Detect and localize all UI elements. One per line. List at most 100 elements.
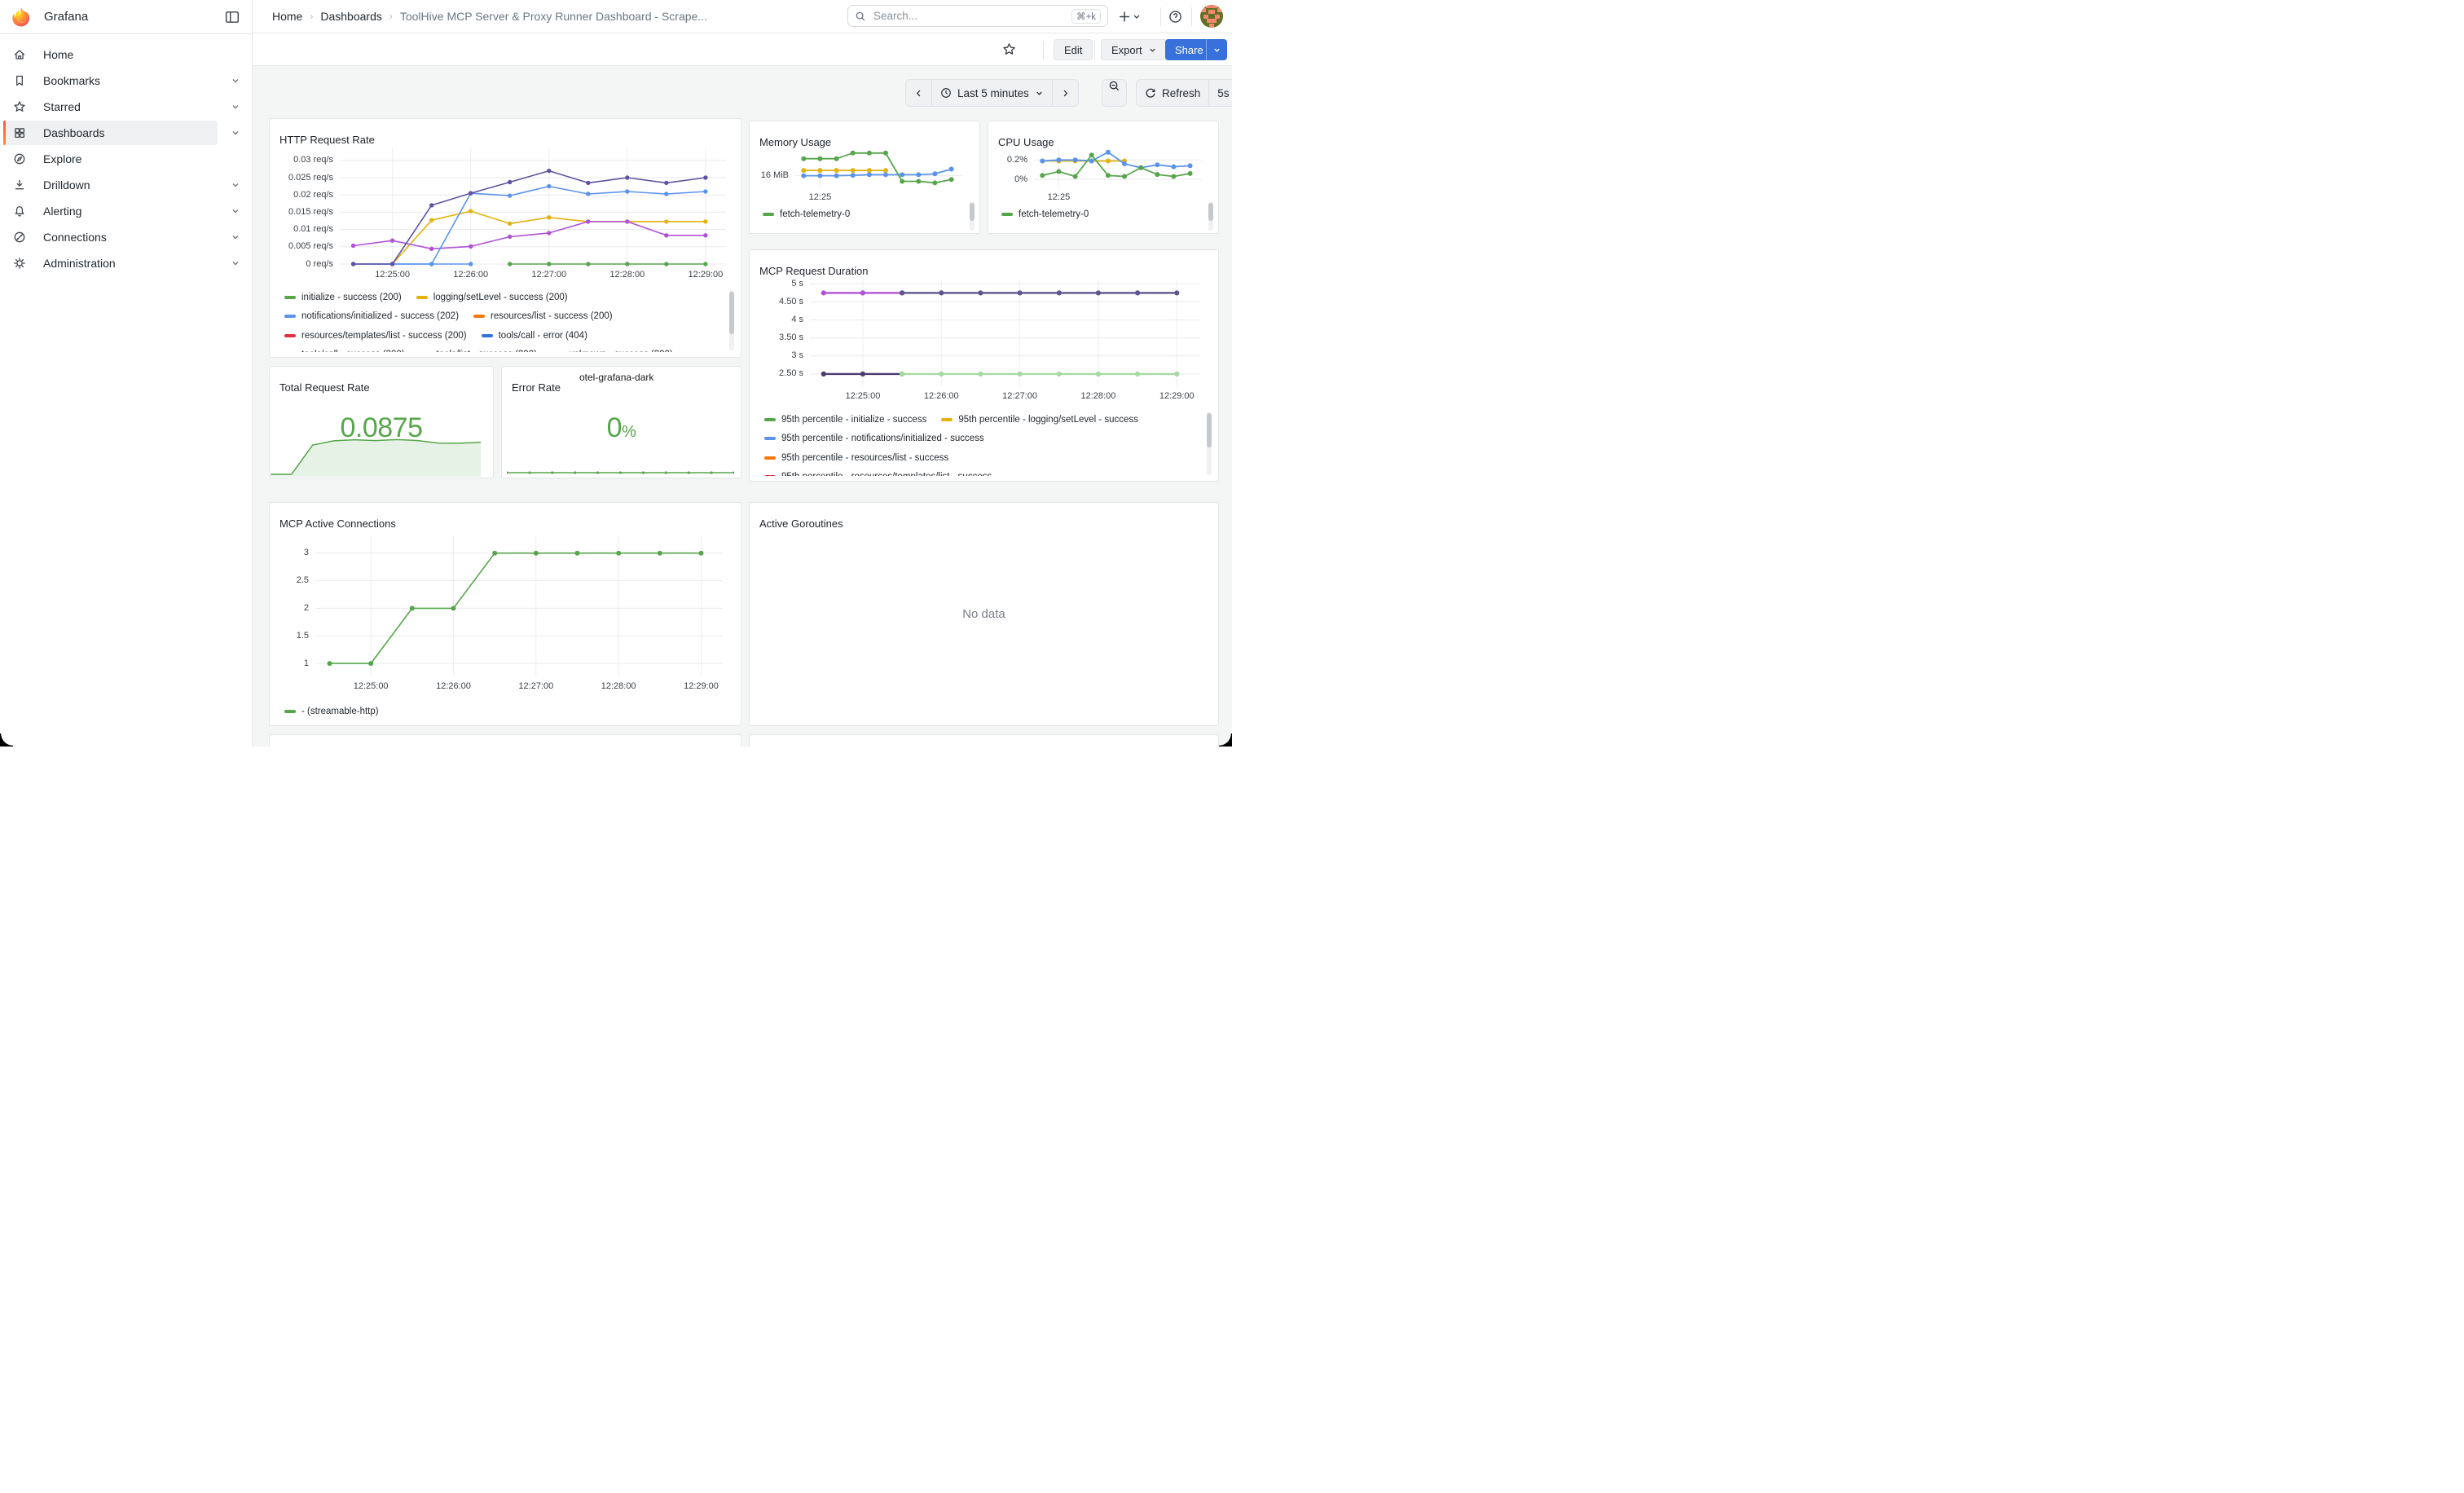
x-axis-tick: 12:29:00 bbox=[665, 681, 738, 691]
legend-item[interactable]: unknown - success (200) bbox=[552, 350, 673, 352]
x-axis-tick: 12:26:00 bbox=[904, 391, 978, 401]
x-axis-tick: 12:25 bbox=[783, 192, 856, 202]
favorite-star-icon[interactable] bbox=[1002, 42, 1016, 56]
legend-item[interactable]: logging/setLevel - success (200) bbox=[416, 293, 568, 302]
chevron-down-icon[interactable] bbox=[231, 258, 240, 268]
legend-item[interactable]: resources/list - success (200) bbox=[473, 311, 613, 321]
data-point bbox=[625, 262, 629, 266]
data-point bbox=[851, 151, 856, 156]
legend-swatch bbox=[763, 213, 774, 216]
legend-item[interactable]: resources/templates/list - success (200) bbox=[284, 331, 467, 341]
legend-item[interactable]: tools/call - success (200) bbox=[284, 350, 405, 352]
data-point bbox=[916, 172, 921, 177]
data-point bbox=[883, 168, 888, 173]
data-point bbox=[1171, 165, 1176, 170]
sidebar-item-starred[interactable]: Starred bbox=[0, 94, 252, 120]
sidebar-item-drilldown[interactable]: Drilldown bbox=[0, 172, 252, 198]
time-range-picker[interactable]: Last 5 minutes bbox=[931, 80, 1052, 106]
legend-item[interactable]: 95th percentile - resources/list - succe… bbox=[764, 453, 948, 463]
dock-sidebar-icon[interactable] bbox=[225, 10, 240, 24]
panel-total-request-rate[interactable]: Total Request Rate 0.0875 bbox=[269, 366, 494, 478]
edit-button[interactable]: Edit bbox=[1054, 39, 1093, 60]
chevron-down-icon[interactable] bbox=[231, 102, 240, 112]
y-axis-tick: 3 s bbox=[756, 350, 803, 360]
sidebar-item-connections[interactable]: Connections bbox=[0, 224, 252, 250]
export-button[interactable]: Export bbox=[1101, 39, 1168, 60]
zoom-out-button[interactable] bbox=[1102, 79, 1127, 107]
legend-scrollbar[interactable] bbox=[1207, 413, 1212, 447]
chevron-down-icon[interactable] bbox=[231, 128, 240, 138]
legend-swatch bbox=[764, 456, 776, 460]
chevron-down-icon[interactable] bbox=[231, 232, 240, 242]
share-dropdown-button[interactable] bbox=[1206, 39, 1227, 60]
y-axis-tick: 5 s bbox=[756, 279, 803, 288]
legend-item[interactable]: initialize - success (200) bbox=[284, 293, 402, 302]
data-point bbox=[1155, 172, 1159, 177]
legend-item[interactable]: tools/list - success (200) bbox=[420, 350, 537, 352]
y-axis-tick: 4.50 s bbox=[756, 297, 803, 306]
refresh-interval-dropdown[interactable]: 5s bbox=[1208, 80, 1232, 106]
refresh-icon bbox=[1145, 87, 1156, 99]
data-point bbox=[851, 168, 856, 173]
sidebar-item-administration[interactable]: Administration bbox=[0, 250, 252, 276]
breadcrumb-dashboards[interactable]: Dashboards bbox=[320, 10, 382, 23]
legend-item[interactable]: - (streamable-http) bbox=[284, 707, 379, 716]
data-point bbox=[703, 233, 707, 237]
legend-item[interactable]: tools/call - error (404) bbox=[482, 331, 587, 341]
sidebar-item-bookmarks[interactable]: Bookmarks bbox=[0, 68, 252, 94]
sidebar-item-dashboards[interactable]: Dashboards bbox=[0, 120, 252, 146]
panel-memory-usage[interactable]: Memory Usage 16 MiB12:25 fetch-telemetry… bbox=[749, 121, 980, 234]
x-axis-tick: 12:28:00 bbox=[582, 681, 655, 691]
time-forward-button[interactable] bbox=[1052, 80, 1078, 106]
legend-item[interactable]: 95th percentile - notifications/initiali… bbox=[764, 434, 984, 443]
data-point bbox=[932, 180, 937, 185]
data-point bbox=[1073, 157, 1078, 162]
breadcrumb-home[interactable]: Home bbox=[272, 10, 302, 23]
search-shortcut: ⌘+k bbox=[1071, 9, 1101, 24]
time-back-button[interactable] bbox=[906, 80, 931, 106]
add-new-button[interactable] bbox=[1118, 10, 1142, 24]
legend-scrollbar[interactable] bbox=[970, 203, 975, 221]
legend-item[interactable]: 95th percentile - logging/setLevel - suc… bbox=[941, 415, 1138, 425]
panel-title: Active Goroutines bbox=[759, 517, 843, 530]
panel-mcp-active-connections[interactable]: MCP Active Connections 32.521.5112:25:00… bbox=[269, 502, 741, 726]
data-point bbox=[664, 262, 668, 266]
brand-header: Grafana bbox=[0, 0, 252, 34]
search-field[interactable] bbox=[872, 9, 1071, 23]
bell-icon bbox=[13, 205, 26, 218]
legend-item[interactable]: 95th percentile - resources/templates/li… bbox=[764, 472, 992, 476]
data-point bbox=[586, 262, 590, 266]
data-point bbox=[900, 372, 904, 377]
refresh-button[interactable]: Refresh bbox=[1137, 80, 1208, 106]
legend-swatch bbox=[764, 418, 776, 421]
cpu-usage-chart: 0.2%0%12:25 bbox=[993, 141, 1210, 203]
panel-cpu-usage[interactable]: CPU Usage 0.2%0%12:25 fetch-telemetry-0 bbox=[988, 121, 1219, 234]
grafana-logo-icon[interactable] bbox=[11, 7, 32, 28]
sidebar-item-alerting[interactable]: Alerting bbox=[0, 198, 252, 224]
sidebar-item-home[interactable]: Home bbox=[0, 42, 252, 68]
legend-scrollbar[interactable] bbox=[729, 292, 734, 334]
user-avatar[interactable] bbox=[1200, 5, 1223, 28]
search-input[interactable]: ⌘+k bbox=[847, 5, 1108, 27]
legend-item[interactable]: 95th percentile - initialize - success bbox=[764, 415, 926, 425]
http-request-rate-chart: 0.03 req/s0.025 req/s0.02 req/s0.015 req… bbox=[276, 142, 736, 285]
sidebar-item-label: Dashboards bbox=[43, 126, 105, 139]
sidebar-item-label: Alerting bbox=[43, 205, 81, 218]
chevron-down-icon[interactable] bbox=[231, 180, 240, 190]
legend-item[interactable]: fetch-telemetry-0 bbox=[1001, 209, 1089, 219]
legend-scrollbar[interactable] bbox=[1208, 203, 1213, 221]
help-icon[interactable] bbox=[1168, 10, 1182, 24]
legend-item[interactable]: fetch-telemetry-0 bbox=[763, 209, 850, 219]
panel-mcp-request-duration[interactable]: MCP Request Duration 5 s4.50 s4 s3.50 s3… bbox=[749, 249, 1219, 482]
data-point bbox=[547, 231, 551, 235]
panel-active-goroutines[interactable]: Active Goroutines No data bbox=[749, 502, 1219, 726]
panel-http-request-rate[interactable]: HTTP Request Rate 0.03 req/s0.025 req/s0… bbox=[269, 118, 741, 358]
chevron-down-icon[interactable] bbox=[231, 76, 240, 86]
sidebar-item-label: Connections bbox=[43, 231, 107, 244]
panel-error-rate[interactable]: Error Rate otel-grafana-dark 0% bbox=[501, 366, 741, 478]
data-point bbox=[547, 215, 551, 219]
sidebar-item-explore[interactable]: Explore bbox=[0, 146, 252, 172]
chevron-down-icon[interactable] bbox=[231, 206, 240, 216]
data-point bbox=[390, 239, 394, 243]
legend-item[interactable]: notifications/initialized - success (202… bbox=[284, 311, 459, 321]
